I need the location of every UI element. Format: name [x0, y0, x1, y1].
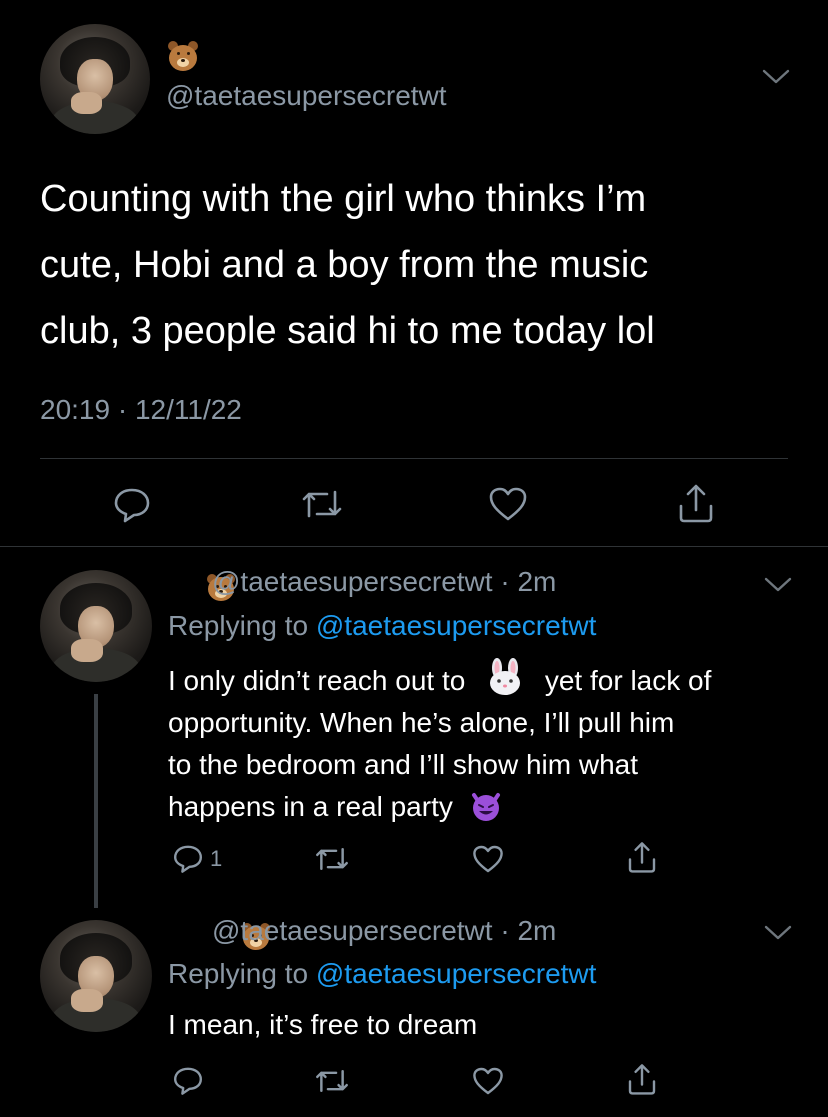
tweet-text-line: club, 3 people said hi to me today lol: [40, 310, 655, 352]
replying-handle-link[interactable]: @taetaesupersecretwt: [316, 610, 597, 641]
like-icon[interactable]: [472, 844, 504, 874]
chevron-down-icon[interactable]: [762, 68, 790, 86]
reply-text: I only didn’t reach out to yet for lack …: [168, 658, 808, 828]
like-icon[interactable]: [472, 1066, 504, 1096]
replying-to: Replying to @taetaesupersecretwt: [168, 958, 596, 990]
reply-handle[interactable]: @taetaesupersecretwt: [212, 566, 493, 597]
like-icon[interactable]: [488, 486, 528, 522]
reply-time: 2m: [517, 915, 557, 946]
reply-text-line: I mean, it’s free to dream: [168, 1009, 478, 1040]
divider: [0, 546, 828, 547]
avatar-hand: [71, 639, 103, 662]
replying-handle-link[interactable]: @taetaesupersecretwt: [316, 958, 597, 989]
reply-header: @taetaesupersecretwt · 2m: [212, 566, 556, 598]
chevron-down-icon[interactable]: [764, 576, 792, 594]
reply-header: @taetaesupersecretwt · 2m: [212, 915, 556, 947]
reply-count: 1: [210, 846, 223, 871]
reply-text-segment: I only didn’t reach out to: [168, 665, 466, 696]
tweet-text-line: Counting with the girl who thinks I’m: [40, 178, 647, 220]
separator-dot: ·: [492, 566, 518, 597]
tweet-text-line: cute, Hobi and a boy from the music: [40, 244, 649, 286]
reply-handle[interactable]: @taetaesupersecretwt: [212, 915, 493, 946]
replying-prefix: Replying to: [168, 610, 309, 641]
reply-avatar[interactable]: [40, 920, 152, 1032]
retweet-icon[interactable]: [314, 844, 350, 874]
thread-line: [94, 694, 98, 908]
bear-emoji-icon: [166, 40, 200, 74]
reply-text-line: opportunity. When he’s alone, I’ll pull …: [168, 707, 675, 738]
avatar-hand: [70, 92, 102, 115]
share-icon[interactable]: [676, 482, 716, 524]
tweet-text: Counting with the girl who thinks I’m cu…: [40, 166, 800, 364]
replying-prefix: Replying to: [168, 958, 309, 989]
rabbit-face-icon: [483, 658, 527, 695]
reply-text-segment: happens in a real party: [168, 791, 453, 822]
reply-icon[interactable]: [112, 484, 152, 524]
share-icon[interactable]: [626, 1062, 658, 1096]
chevron-down-icon[interactable]: [764, 924, 792, 942]
retweet-icon[interactable]: [314, 1066, 350, 1096]
reply-icon[interactable]: [172, 1064, 204, 1096]
author-avatar[interactable]: [40, 24, 150, 134]
smiling-devil-icon: [469, 789, 503, 823]
author-handle[interactable]: @taetaesupersecretwt: [166, 80, 447, 112]
divider: [40, 458, 788, 459]
reply-text-segment: yet for lack of: [544, 665, 712, 696]
share-icon[interactable]: [626, 840, 658, 874]
reply-avatar[interactable]: [40, 570, 152, 682]
reply-time: 2m: [517, 566, 557, 597]
retweet-icon[interactable]: [300, 486, 344, 522]
reply-icon[interactable]: [172, 842, 204, 874]
tweet-timestamp: 20:19 · 12/11/22: [40, 394, 242, 425]
separator-dot: ·: [492, 915, 518, 946]
reply-text-line: to the bedroom and I’ll show him what: [168, 749, 639, 780]
replying-to: Replying to @taetaesupersecretwt: [168, 610, 596, 642]
avatar-hand: [71, 989, 103, 1012]
